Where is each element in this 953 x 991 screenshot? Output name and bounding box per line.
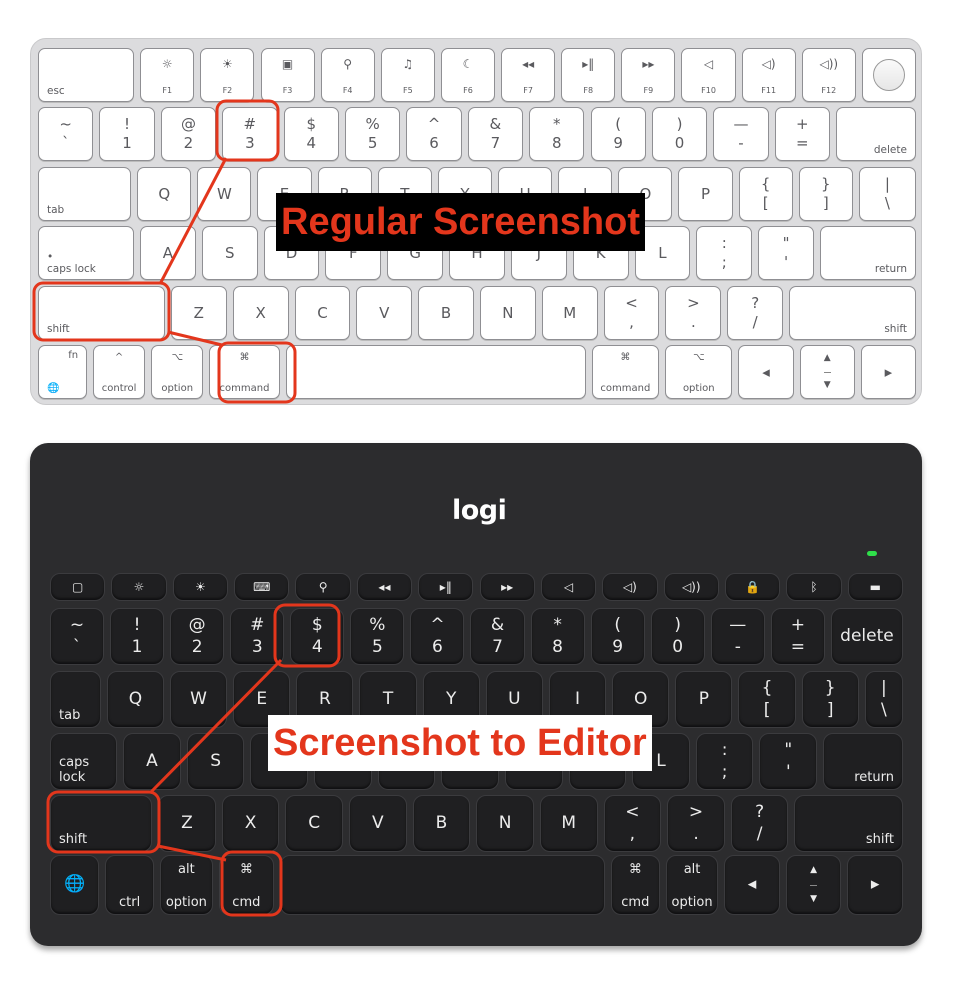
screenshot-to-editor-label: Screenshot to Editor (268, 715, 652, 771)
connector-line (157, 844, 227, 862)
highlight-cmd-key (220, 850, 283, 917)
connector-line (148, 658, 283, 795)
highlight-3-key (215, 99, 280, 162)
highlight-command-key (217, 341, 297, 404)
connector-line (158, 157, 228, 285)
regular-screenshot-label: Regular Screenshot (276, 193, 645, 251)
annotation-overlay (32, 99, 341, 917)
highlight-shift-key (46, 790, 161, 854)
highlight-4-key (273, 603, 341, 668)
highlight-shift-key (32, 281, 171, 342)
connector-line (167, 330, 223, 347)
